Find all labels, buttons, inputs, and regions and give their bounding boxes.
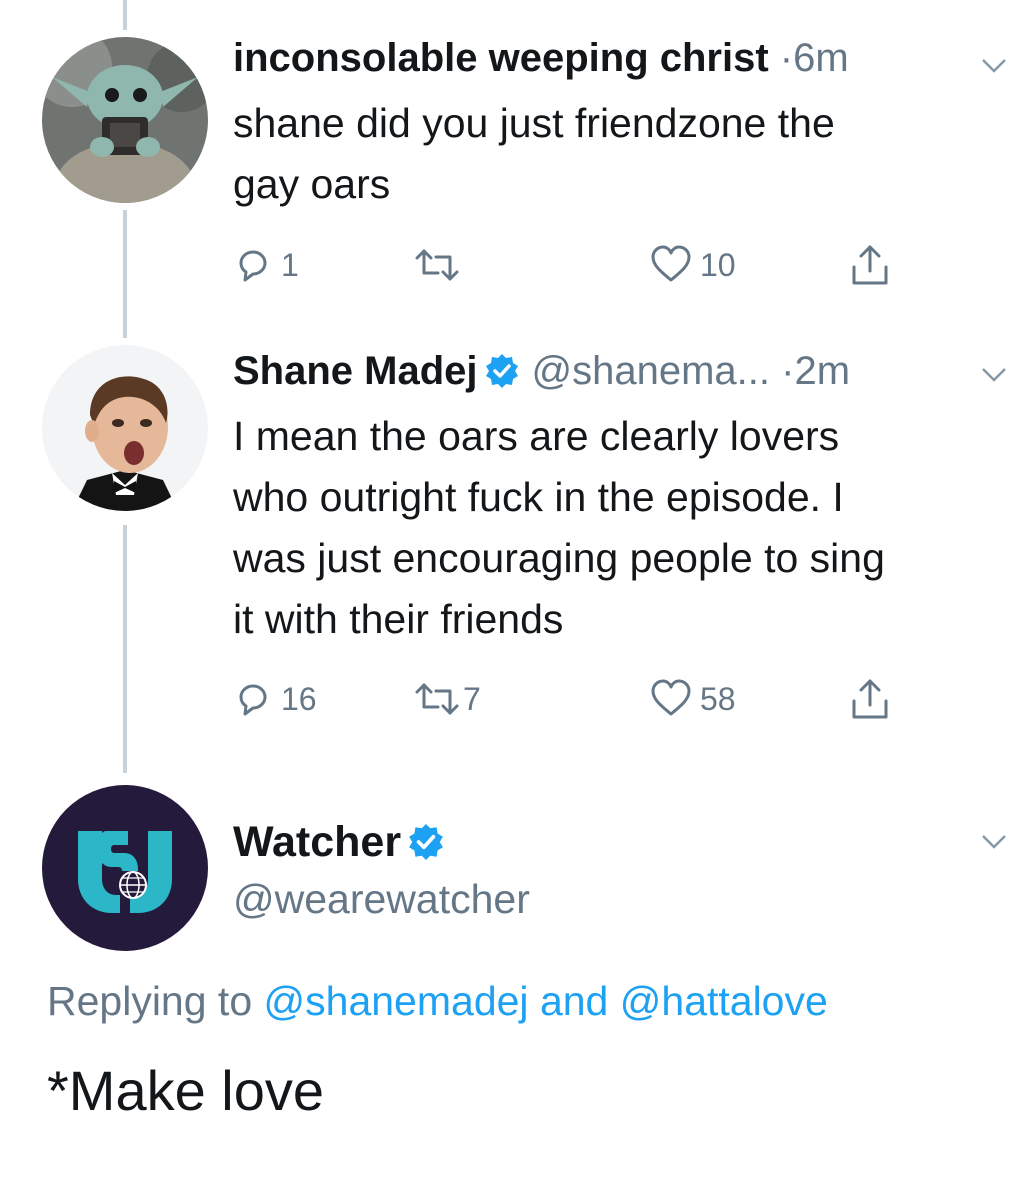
mention-link[interactable]: @shanemadej: [264, 978, 529, 1024]
tweet1-header: inconsolable weeping christ ·6m: [233, 33, 849, 83]
user-handle[interactable]: @wearewatcher: [233, 872, 530, 926]
separator-dot: ·: [779, 36, 794, 80]
replying-and[interactable]: and: [540, 978, 608, 1024]
like-button[interactable]: 10: [650, 243, 736, 287]
focused-tweet-text: *Make love: [47, 1059, 325, 1122]
chevron-down-icon[interactable]: [980, 832, 1008, 852]
timestamp[interactable]: 6m: [793, 36, 849, 80]
share-icon: [852, 245, 888, 285]
retweet-count: 7: [463, 680, 481, 717]
like-button[interactable]: 58: [650, 677, 736, 721]
retweet-icon: [415, 683, 459, 715]
heart-icon: [651, 245, 691, 282]
replying-to-line: Replying to @shanemadej and @hattalove: [47, 973, 828, 1029]
tweet2-header: Shane Madej @shanema... ·2m: [233, 346, 850, 396]
reply-button[interactable]: 16: [233, 677, 317, 721]
timestamp[interactable]: 2m: [794, 349, 850, 393]
display-name[interactable]: inconsolable weeping christ: [233, 36, 769, 80]
chevron-down-icon[interactable]: [980, 365, 1008, 385]
replying-prefix: Replying to: [47, 978, 253, 1024]
text-line: shane did you just friendzone the: [233, 100, 835, 146]
text-line: it with their friends: [233, 596, 564, 642]
display-name[interactable]: Shane Madej: [233, 349, 478, 393]
mention-link[interactable]: @hattalove: [620, 978, 828, 1024]
tweet1-text: shane did you just friendzone the gay oa…: [233, 93, 1008, 215]
retweet-icon: [415, 249, 459, 281]
tweet2-text: I mean the oars are clearly lovers who o…: [233, 406, 1008, 650]
verified-badge-icon: [485, 354, 518, 388]
share-button[interactable]: [850, 677, 890, 721]
separator-dot: ·: [781, 349, 795, 393]
heart-icon: [651, 679, 691, 716]
chevron-down-icon[interactable]: [980, 56, 1008, 76]
thread-line-2: [123, 525, 127, 773]
display-name[interactable]: Watcher: [233, 818, 401, 866]
share-icon: [852, 679, 888, 719]
focused-display-name[interactable]: Watcher: [233, 815, 457, 869]
share-button[interactable]: [850, 243, 890, 287]
text-line: was just encouraging people to sing: [233, 535, 885, 581]
reply-count: 16: [281, 680, 317, 717]
reply-count: 1: [281, 246, 299, 283]
like-count: 58: [700, 680, 736, 717]
thread-line-top: [123, 0, 127, 30]
reply-button[interactable]: 1: [233, 243, 299, 287]
like-count: 10: [700, 246, 736, 283]
text-line: gay oars: [233, 161, 391, 207]
shane-madej-avatar[interactable]: [42, 345, 208, 511]
user-handle[interactable]: @shanema...: [532, 349, 771, 393]
baby-yoda-avatar[interactable]: [42, 37, 208, 203]
text-line: who outright fuck in the episode. I: [233, 474, 844, 520]
tweet2-actions: 16 7 58: [233, 677, 933, 721]
thread-line-1: [123, 210, 127, 338]
watcher-logo-avatar[interactable]: [42, 785, 208, 951]
verified-badge-icon: [409, 824, 443, 860]
retweet-button[interactable]: 7: [413, 677, 481, 721]
retweet-button[interactable]: [413, 243, 469, 287]
reply-icon: [239, 250, 267, 282]
tweet1-actions: 1 10: [233, 243, 933, 287]
text-line: I mean the oars are clearly lovers: [233, 413, 840, 459]
reply-icon: [239, 684, 267, 716]
